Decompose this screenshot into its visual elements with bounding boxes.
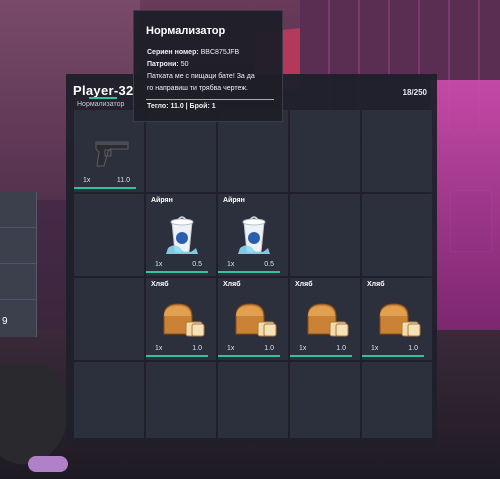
inventory-slot-empty[interactable] [218, 362, 288, 438]
inventory-slot-empty[interactable] [362, 110, 432, 192]
slot-durability-bar [74, 187, 136, 189]
slot-label: Айрян [151, 197, 173, 204]
slot-weight: 0.5 [192, 261, 202, 268]
inventory-slot-empty[interactable] [362, 194, 432, 276]
slot-quantity: 1x [155, 261, 163, 268]
slot-weight: 1.0 [408, 345, 418, 352]
tooltip-ammo-label: Патрони: [147, 61, 179, 68]
side-panel-number: 9 [2, 316, 8, 327]
slot-label: Хляб [367, 281, 385, 288]
inventory-capacity: 18/250 [402, 88, 427, 97]
tooltip-serial-value: BBC875JFB [200, 49, 240, 56]
inventory-slot-empty[interactable] [362, 362, 432, 438]
bread-icon [163, 303, 205, 337]
slot-weight: 1.0 [192, 345, 202, 352]
inventory-slot-empty[interactable] [290, 110, 360, 192]
slot-quantity: 1x [371, 345, 379, 352]
ayran-cup-icon [238, 216, 270, 254]
inventory-slot-empty[interactable] [290, 194, 360, 276]
slot-quantity: 1x [155, 345, 163, 352]
tooltip-footer: Тегло: 11.0 | Брой: 1 [147, 103, 216, 110]
tooltip-ammo-value: 50 [180, 61, 189, 68]
tooltip-serial: Сериен номер: BBC875JFB [147, 49, 239, 56]
ayran-cup-icon [166, 216, 198, 254]
slot-label: Айрян [223, 197, 245, 204]
inventory-panel: Player-32 Нормализатор 18/250 1x 11.0 Ай… [66, 74, 437, 444]
tooltip-divider [146, 99, 274, 100]
bread-icon [307, 303, 349, 337]
inventory-slot-empty[interactable] [146, 362, 216, 438]
slot-durability-bar [218, 355, 280, 357]
inventory-slot-empty[interactable] [290, 362, 360, 438]
inventory-slot-bread[interactable]: Хляб 1x 1.0 [290, 278, 360, 360]
bread-icon [379, 303, 421, 337]
inventory-slot-ayran[interactable]: Айрян 1x 0.5 [218, 194, 288, 276]
tooltip-description-line: го направиш ти трябва чертеж. [147, 85, 248, 92]
slot-quantity: 1x [227, 345, 235, 352]
inventory-slot-ayran[interactable]: Айрян 1x 0.5 [146, 194, 216, 276]
inventory-slot-bread[interactable]: Хляб 1x 1.0 [146, 278, 216, 360]
player-name: Player-32 [73, 83, 134, 98]
item-tooltip: Нормализатор Сериен номер: BBC875JFB Пат… [133, 10, 283, 122]
character-shoe [28, 456, 68, 472]
tooltip-description-line: Патката ме с пищаци бате! За да [147, 73, 255, 80]
slot-label: Хляб [295, 281, 313, 288]
tab-normalizer[interactable]: Нормализатор [77, 101, 124, 108]
slot-label: Хляб [223, 281, 241, 288]
tooltip-ammo: Патрони: 50 [147, 61, 189, 68]
inventory-grid: 1x 11.0 Айрян 1x 0.5 Айрян 1x 0.5 Хляб 1… [74, 110, 434, 438]
slot-durability-bar [218, 271, 280, 273]
inventory-slot-empty[interactable] [146, 110, 216, 192]
slot-quantity: 1x [227, 261, 235, 268]
pistol-icon [95, 141, 129, 167]
slot-weight: 1.0 [264, 345, 274, 352]
bread-icon [235, 303, 277, 337]
slot-label: Хляб [151, 281, 169, 288]
inventory-slot-empty[interactable] [74, 194, 144, 276]
tooltip-title: Нормализатор [146, 25, 226, 37]
inventory-slot-empty[interactable] [218, 110, 288, 192]
inventory-slot-pistol[interactable]: 1x 11.0 [74, 110, 144, 192]
slot-durability-bar [146, 355, 208, 357]
slot-durability-bar [146, 271, 208, 273]
slot-quantity: 1x [299, 345, 307, 352]
slot-weight: 0.5 [264, 261, 274, 268]
inventory-slot-bread[interactable]: Хляб 1x 1.0 [218, 278, 288, 360]
slot-weight: 11.0 [116, 177, 130, 184]
inventory-slot-empty[interactable] [74, 362, 144, 438]
inventory-slot-bread[interactable]: Хляб 1x 1.0 [362, 278, 432, 360]
slot-durability-bar [290, 355, 352, 357]
inventory-slot-empty[interactable] [74, 278, 144, 360]
player-tab-indicator [89, 97, 117, 99]
slot-durability-bar [362, 355, 424, 357]
slot-quantity: 1x [83, 177, 91, 184]
tooltip-serial-label: Сериен номер: [147, 49, 199, 56]
slot-weight: 1.0 [336, 345, 346, 352]
